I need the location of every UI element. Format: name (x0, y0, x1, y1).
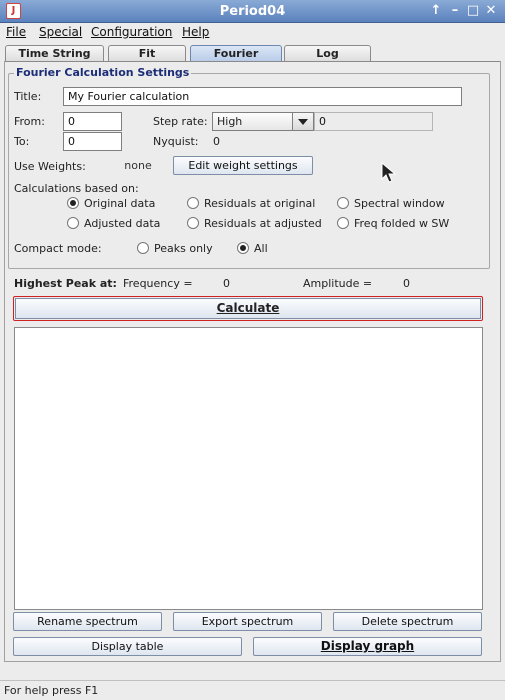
frequency-value: 0 (223, 277, 230, 290)
tab-fourier[interactable]: Fourier (190, 45, 282, 62)
radio-all[interactable] (237, 242, 249, 254)
maximize-icon[interactable]: □ (465, 3, 481, 19)
export-spectrum-button[interactable]: Export spectrum (173, 612, 322, 631)
tab-fit[interactable]: Fit (108, 45, 186, 62)
title-label: Title: (14, 90, 42, 103)
tab-time-string[interactable]: Time String (5, 45, 104, 62)
from-input[interactable]: 0 (63, 112, 122, 131)
minimize-icon[interactable]: – (447, 3, 463, 19)
menu-special[interactable]: Special (39, 25, 82, 39)
frequency-label: Frequency = (123, 277, 193, 290)
menu-help[interactable]: Help (182, 25, 209, 39)
radio-residuals-adjusted[interactable] (187, 217, 199, 229)
display-table-button[interactable]: Display table (13, 637, 242, 656)
chevron-down-icon[interactable] (292, 113, 313, 130)
edit-weight-settings-button[interactable]: Edit weight settings (173, 156, 313, 175)
amplitude-value: 0 (403, 277, 410, 290)
radio-residuals-adjusted-label: Residuals at adjusted (204, 217, 322, 230)
to-input[interactable]: 0 (63, 132, 122, 151)
status-text: For help press F1 (4, 684, 99, 697)
rename-spectrum-button[interactable]: Rename spectrum (13, 612, 162, 631)
calculate-button[interactable]: Calculate (13, 296, 483, 321)
from-label: From: (14, 115, 45, 128)
radio-adjusted-data[interactable] (67, 217, 79, 229)
tab-log[interactable]: Log (284, 45, 371, 62)
radio-original-data-label: Original data (84, 197, 156, 210)
step-rate-value: High (217, 115, 243, 128)
mouse-cursor-icon (381, 162, 397, 183)
roll-up-icon[interactable]: ↑ (428, 3, 444, 19)
radio-spectral-window[interactable] (337, 197, 349, 209)
title-input[interactable]: My Fourier calculation (63, 87, 462, 106)
weights-value: none (104, 157, 172, 176)
menu-bar: File Special Configuration Help (0, 23, 505, 42)
calculate-button-label: Calculate (15, 298, 481, 319)
close-icon[interactable]: ✕ (483, 3, 499, 19)
radio-peaks-only[interactable] (137, 242, 149, 254)
display-graph-button[interactable]: Display graph (253, 637, 482, 656)
radio-residuals-original[interactable] (187, 197, 199, 209)
radio-freq-folded-label: Freq folded w SW (354, 217, 450, 230)
radio-spectral-window-label: Spectral window (354, 197, 445, 210)
step-rate-label: Step rate: (153, 115, 208, 128)
status-bar: For help press F1 (0, 680, 505, 700)
use-weights-label: Use Weights: (14, 160, 86, 173)
step-rate-field: 0 (314, 112, 433, 131)
based-on-label: Calculations based on: (14, 182, 139, 195)
radio-original-data[interactable] (67, 197, 79, 209)
radio-freq-folded[interactable] (337, 217, 349, 229)
compact-mode-label: Compact mode: (14, 242, 102, 255)
menu-configuration[interactable]: Configuration (91, 25, 172, 39)
amplitude-label: Amplitude = (303, 277, 373, 290)
delete-spectrum-button[interactable]: Delete spectrum (333, 612, 482, 631)
spectrum-list[interactable] (14, 327, 483, 610)
radio-all-label: All (254, 242, 268, 255)
radio-adjusted-data-label: Adjusted data (84, 217, 161, 230)
title-bar: J Period04 ↑ – □ ✕ (0, 0, 505, 23)
group-title: Fourier Calculation Settings (14, 66, 192, 79)
radio-residuals-original-label: Residuals at original (204, 197, 316, 210)
step-rate-select[interactable]: High (212, 112, 314, 131)
nyquist-value: 0 (213, 135, 220, 148)
nyquist-label: Nyquist: (153, 135, 199, 148)
highest-peak-label: Highest Peak at: (14, 277, 117, 290)
to-label: To: (14, 135, 30, 148)
menu-file[interactable]: File (6, 25, 26, 39)
radio-peaks-only-label: Peaks only (154, 242, 213, 255)
